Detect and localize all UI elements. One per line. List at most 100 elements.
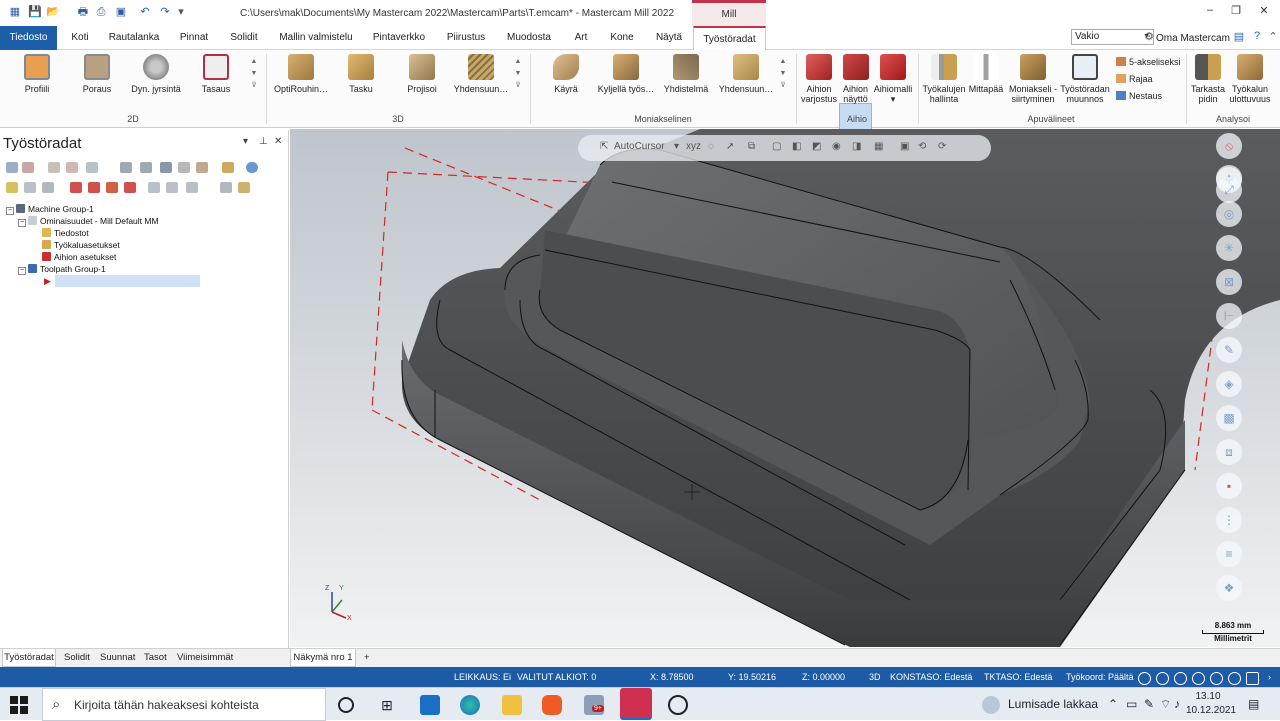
brave-icon[interactable] bbox=[542, 695, 562, 715]
stock-shading-button[interactable]: Aihion varjostus bbox=[800, 54, 838, 104]
g1-icon[interactable] bbox=[178, 162, 190, 173]
analyze-icon[interactable]: ⋮ bbox=[1216, 507, 1242, 533]
obs-icon[interactable] bbox=[668, 695, 688, 715]
globe-alt-icon[interactable] bbox=[1156, 672, 1169, 685]
chat-icon[interactable]: ▤ bbox=[1232, 30, 1246, 44]
multiaxis-linking-button[interactable]: Moniakseli -siirtyminen bbox=[1008, 54, 1058, 104]
status-x[interactable]: X: 8.78500 bbox=[650, 672, 694, 682]
tab-planes[interactable]: Suunnat bbox=[100, 649, 135, 667]
scroll-insert-icon[interactable] bbox=[124, 182, 136, 193]
sheets-icon[interactable]: ❖ bbox=[1216, 575, 1242, 601]
drill-button[interactable]: Poraus bbox=[74, 54, 120, 94]
tool-icon[interactable] bbox=[222, 162, 234, 173]
gallery-scroll-multi[interactable]: ▲ ▼ ⊽ bbox=[779, 56, 787, 106]
collapse-icon[interactable]: − bbox=[18, 219, 26, 227]
tree-item-properties[interactable]: − Ominaisuudet - Mill Default MM bbox=[18, 215, 159, 227]
layers-icon[interactable]: ⧈ bbox=[1216, 439, 1242, 465]
chain-icon[interactable]: ⧉ bbox=[748, 141, 755, 152]
cancel-icon[interactable]: ⦸ bbox=[1216, 133, 1242, 159]
highfeed-icon[interactable] bbox=[196, 162, 208, 173]
file-explorer-icon[interactable] bbox=[502, 695, 522, 715]
collapse-icon[interactable]: − bbox=[18, 267, 26, 275]
select-icon[interactable]: ➚ bbox=[726, 141, 734, 152]
move-up-icon[interactable] bbox=[88, 182, 100, 193]
help-icon[interactable] bbox=[246, 162, 258, 173]
body-select-icon[interactable]: ◉ bbox=[832, 141, 841, 152]
tool-reach-button[interactable]: Työkalun ulottuvuus bbox=[1228, 54, 1272, 104]
app-tray-icon[interactable]: ▭ bbox=[1126, 697, 1137, 711]
transform-icon[interactable]: ⟲ bbox=[918, 141, 926, 152]
to-5axis-button[interactable]: 5-akseliseksi bbox=[1116, 57, 1181, 67]
facing-button[interactable]: Tasaus bbox=[196, 54, 236, 94]
xyz-icon[interactable]: xyz bbox=[686, 141, 701, 152]
windows-start-icon[interactable] bbox=[10, 696, 28, 714]
probe-button[interactable]: Mittapää bbox=[966, 54, 1006, 94]
window-select-icon[interactable]: ▢ bbox=[772, 141, 781, 152]
help-icon[interactable]: ? bbox=[1250, 30, 1264, 44]
wireframe-icon[interactable] bbox=[1174, 672, 1187, 685]
save-as-icon[interactable]: ▣ bbox=[114, 5, 128, 19]
hidden-icon[interactable] bbox=[1210, 672, 1223, 685]
tab-kone[interactable]: Kone bbox=[604, 26, 640, 50]
status-section[interactable]: LEIKKAUS: Ei bbox=[454, 672, 511, 682]
tool-options-icon[interactable] bbox=[238, 182, 250, 193]
tab-nayta[interactable]: Näytä bbox=[648, 26, 690, 50]
show-selected-icon[interactable] bbox=[148, 182, 160, 193]
save-icon[interactable]: 💾 bbox=[28, 5, 42, 19]
grid-icon[interactable]: ⊠ bbox=[1216, 269, 1242, 295]
weather-icon[interactable] bbox=[982, 696, 1000, 714]
trim-button[interactable]: Rajaa bbox=[1116, 74, 1153, 84]
tab-levels[interactable]: Tasot bbox=[144, 649, 167, 667]
stock-toggle-icon[interactable] bbox=[220, 182, 232, 193]
orbit-icon[interactable]: ◎ bbox=[1216, 201, 1242, 227]
check-holder-button[interactable]: Tarkasta pidin bbox=[1188, 54, 1228, 104]
add-viewsheet-button[interactable]: + bbox=[364, 649, 370, 667]
tab-muodosta[interactable]: Muodosta bbox=[500, 26, 558, 50]
move-down-icon[interactable] bbox=[70, 182, 82, 193]
stack-icon[interactable]: ≡ bbox=[1216, 541, 1242, 567]
cortana-icon[interactable] bbox=[338, 697, 354, 713]
chevron-down-icon[interactable]: ▾ bbox=[674, 141, 679, 152]
notifications-icon[interactable]: ▤ bbox=[1248, 697, 1259, 711]
status-wcs[interactable]: Työkoord: Päältä bbox=[1066, 672, 1134, 682]
panel-close-icon[interactable]: ✕ bbox=[274, 136, 282, 147]
parallel-multi-button[interactable]: Yhdensuun… bbox=[716, 54, 776, 94]
status-z[interactable]: Z: 0.00000 bbox=[802, 672, 845, 682]
tree-item-stock-setup[interactable]: Aihion asetukset bbox=[42, 251, 116, 263]
shading-icon[interactable]: ◈ bbox=[1216, 371, 1242, 397]
unified-button[interactable]: Yhdistelmä bbox=[660, 54, 712, 94]
mastercam-taskbar-icon[interactable] bbox=[620, 688, 652, 720]
backplot-icon[interactable] bbox=[86, 162, 98, 173]
status-mode[interactable]: 3D bbox=[869, 672, 881, 682]
pin-icon[interactable]: ⊥ bbox=[259, 136, 268, 147]
globe-icon[interactable] bbox=[1138, 672, 1151, 685]
gallery-scroll-3d[interactable]: ▲ ▼ ⊽ bbox=[514, 56, 522, 106]
toggle-display-icon[interactable] bbox=[24, 182, 36, 193]
face-select-alt-icon[interactable]: ◨ bbox=[852, 141, 861, 152]
tree-item-toolpath-group[interactable]: − Toolpath Group-1 bbox=[18, 263, 106, 275]
regen-icon[interactable] bbox=[48, 162, 60, 173]
tree-item-files[interactable]: Tiedostot bbox=[42, 227, 89, 239]
select-point-icon[interactable]: ◌ bbox=[708, 141, 714, 152]
tab-piirustus[interactable]: Piirustus bbox=[440, 26, 492, 50]
pen-icon[interactable]: ✎ bbox=[1144, 697, 1154, 711]
gallery-scroll-2d[interactable]: ▲ ▼ ⊽ bbox=[250, 56, 258, 106]
project-button[interactable]: Projisoi bbox=[400, 54, 444, 94]
graphics-viewport[interactable]: Z Y X ⇱ AutoCursor ▾ xyz ◌ ➚ ⧉ ▢ ◧ ◩ ◉ ◨… bbox=[290, 129, 1280, 647]
shaded-icon[interactable] bbox=[1192, 672, 1205, 685]
viewsheet-tab[interactable]: Näkymä nro 1 bbox=[290, 649, 356, 667]
status-tplane[interactable]: TKTASO: Edestä bbox=[984, 672, 1052, 682]
print-icon[interactable]: 🖶 bbox=[76, 5, 90, 19]
tab-rautalanka[interactable]: Rautalanka bbox=[104, 26, 164, 50]
close-button[interactable]: ✕ bbox=[1254, 4, 1274, 20]
undo-icon[interactable]: ↶ bbox=[138, 5, 152, 19]
panel-menu-icon[interactable]: ▾ bbox=[243, 136, 248, 147]
tree-item-machine-group[interactable]: − Machine Group-1 bbox=[6, 203, 94, 215]
tab-solidit[interactable]: Solidit bbox=[222, 26, 266, 50]
face-select-icon[interactable]: ◩ bbox=[812, 141, 821, 152]
wifi-icon[interactable]: ⌔ bbox=[1160, 697, 1171, 712]
clock[interactable]: 13.10 10.12.2021 bbox=[1186, 690, 1236, 718]
weather-text[interactable]: Lumisade lakkaa bbox=[1008, 697, 1098, 711]
tab-file[interactable]: Tiedosto bbox=[0, 26, 57, 50]
minimize-button[interactable]: – bbox=[1200, 4, 1220, 20]
